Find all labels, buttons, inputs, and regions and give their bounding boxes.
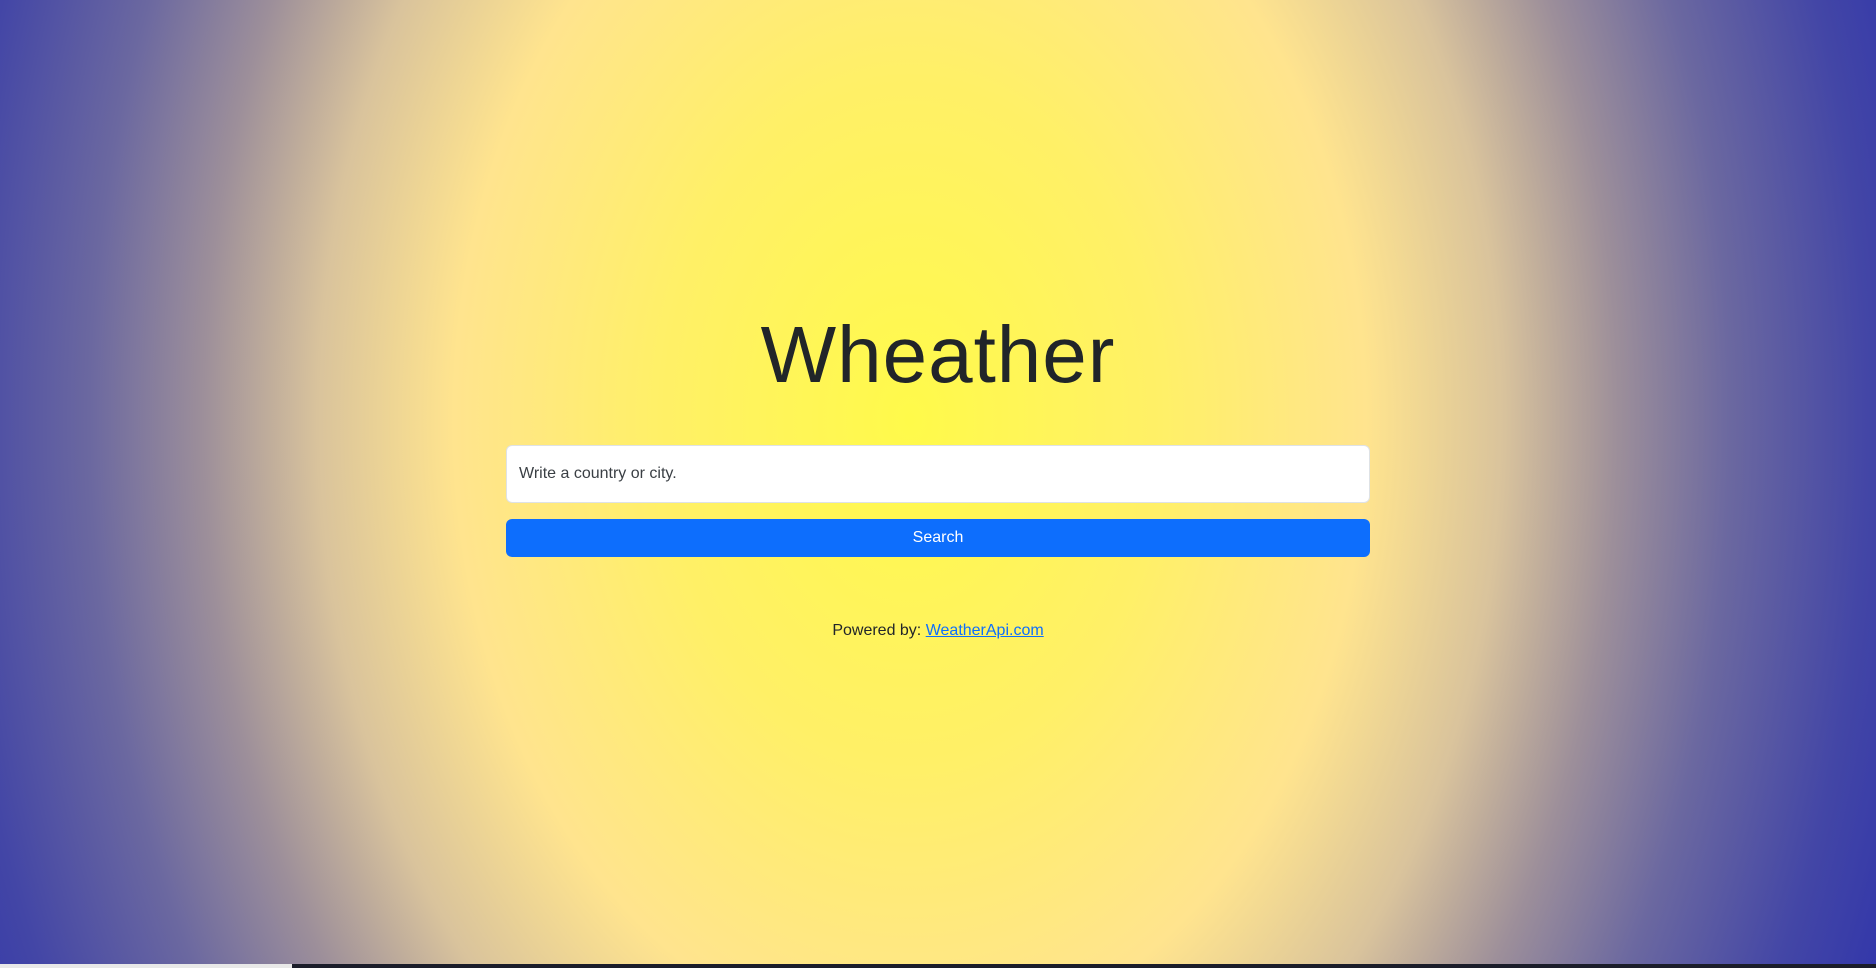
search-button[interactable]: Search [506,519,1370,557]
powered-by-footer: Powered by: WeatherApi.com [506,622,1370,640]
taskbar-active-segment [0,964,292,968]
search-input[interactable] [506,445,1370,503]
taskbar-strip [0,964,1876,968]
powered-by-label: Powered by: [832,622,922,639]
weatherapi-link[interactable]: WeatherApi.com [926,622,1044,639]
page-title: Wheather [760,310,1116,399]
